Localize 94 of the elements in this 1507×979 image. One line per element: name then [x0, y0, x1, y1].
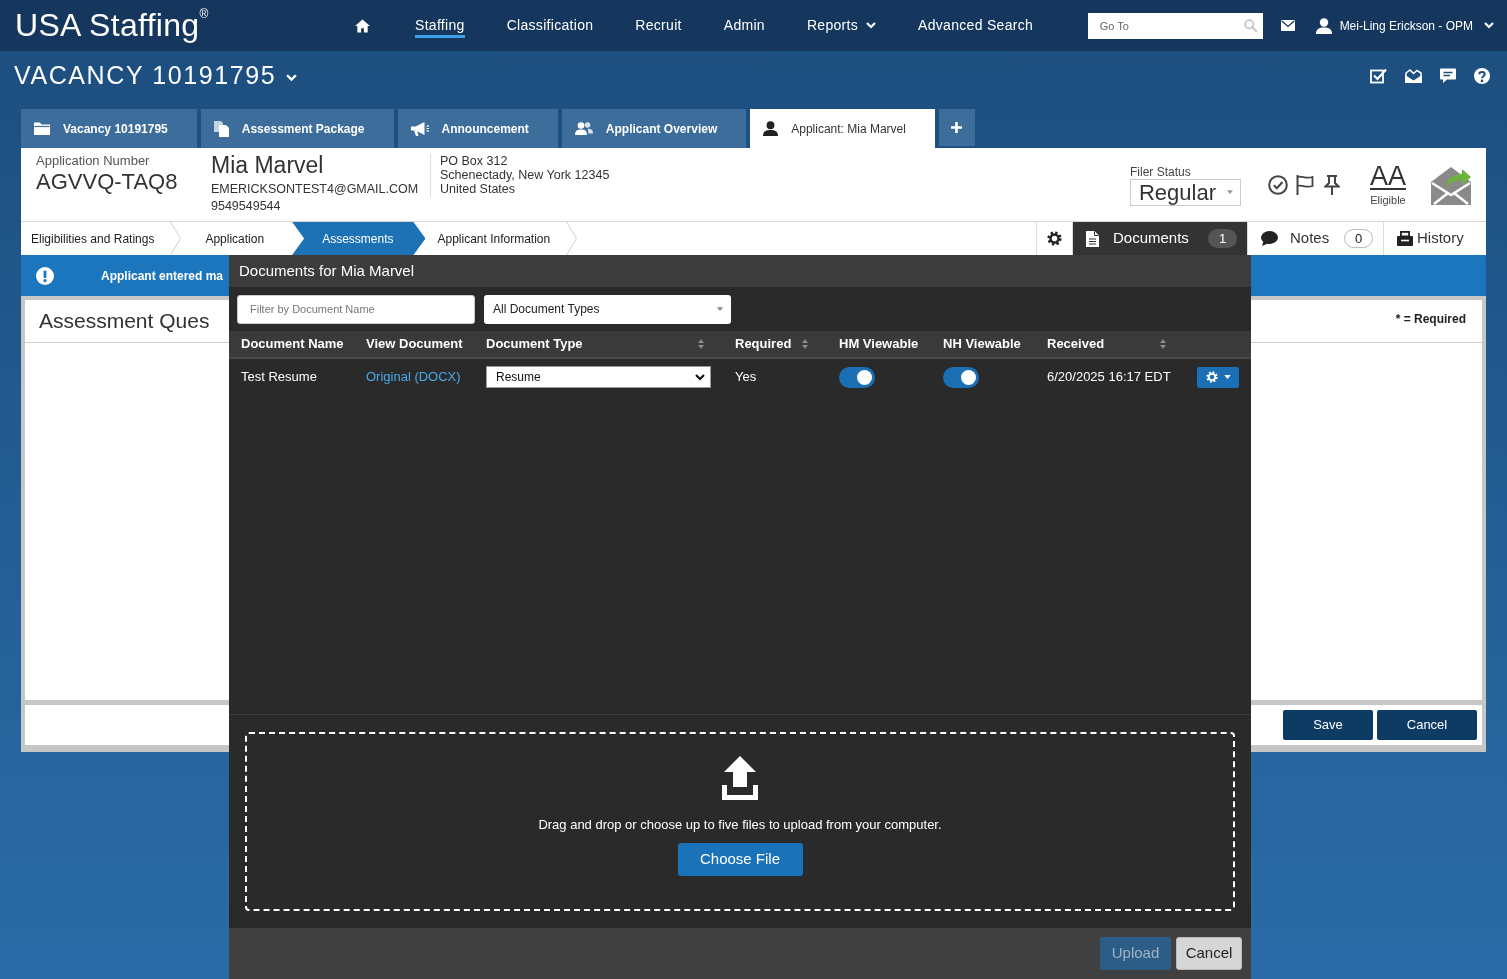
- user-icon: [1315, 17, 1332, 34]
- printer-icon: [1397, 231, 1413, 246]
- applicant-phone: 9549549544: [211, 198, 282, 215]
- panel-button[interactable]: Cancel: [1377, 710, 1477, 740]
- column-header[interactable]: Received: [1047, 334, 1197, 354]
- user-menu[interactable]: Mei-Ling Erickson - OPM: [1315, 16, 1494, 35]
- vacancy-title[interactable]: VACANCY 10191795: [0, 56, 298, 95]
- column-header[interactable]: Document Type: [486, 334, 735, 354]
- tab[interactable]: Vacancy 10191795: [21, 109, 197, 148]
- filer-status-label: Filer Status: [1129, 165, 1192, 179]
- table-cell-text: 6/20/2025 16:17 EDT: [1047, 368, 1171, 387]
- gear-icon: [1205, 371, 1218, 383]
- upload-icon: [722, 756, 758, 800]
- search-field[interactable]: Go To: [1087, 12, 1263, 39]
- actions-menu-button[interactable]: [1197, 366, 1239, 388]
- drop-zone[interactable]: Drag and drop or choose up to five files to upload from your computer. Choose File: [245, 732, 1235, 911]
- tab[interactable]: Assessment Package: [200, 109, 394, 148]
- add-tab-button[interactable]: [938, 109, 975, 146]
- table-cell-text: Test Resume: [241, 368, 318, 387]
- caret-icon: [695, 373, 705, 381]
- column-header: NH Viewable: [943, 335, 1022, 354]
- envelope-arrow-icon[interactable]: [1431, 164, 1471, 205]
- speech-bubble-icon: [1261, 231, 1278, 246]
- alert-text: Applicant entered ma: [101, 267, 224, 285]
- user-icon: [763, 121, 779, 136]
- address-line: Schenectady, New York 12345: [440, 168, 610, 182]
- application-number: AGVVQ-TAQ8: [36, 169, 179, 195]
- caret-icon: [1226, 190, 1233, 194]
- document-icon: [1086, 230, 1099, 247]
- column-header[interactable]: Required: [735, 334, 839, 354]
- choose-file-button[interactable]: Choose File: [677, 842, 803, 876]
- dialog-title: Documents for Mia Marvel: [239, 260, 415, 281]
- flag-icon[interactable]: [1295, 174, 1314, 195]
- nav-link[interactable]: Advanced Search: [918, 13, 1034, 38]
- document-type-dropdown[interactable]: All Document Types: [484, 294, 731, 324]
- count-badge: 0: [1344, 229, 1373, 248]
- checkbox-icon[interactable]: [1370, 67, 1387, 84]
- document-link[interactable]: Original (DOCX): [366, 367, 461, 387]
- nav-link[interactable]: Recruit: [635, 13, 682, 38]
- sort-icon: [698, 339, 704, 349]
- filer-status-dropdown[interactable]: Regular: [1129, 178, 1241, 206]
- users-icon: [574, 122, 593, 135]
- application-number-label: Application Number: [36, 154, 151, 168]
- copy-icon: [213, 120, 229, 137]
- nav-link[interactable]: Staffing: [415, 13, 465, 38]
- count-badge: 1: [1208, 229, 1237, 248]
- check-circle-icon[interactable]: [1267, 174, 1288, 195]
- envelope-icon[interactable]: [1405, 68, 1422, 83]
- drop-zone-text: Drag and drop or choose up to five files to upload from your computer.: [538, 816, 942, 834]
- step-tab[interactable]: Assessments: [292, 222, 426, 255]
- search-icon: [1243, 19, 1257, 32]
- required-note: * = Required: [1395, 311, 1466, 328]
- nav-link[interactable]: Admin: [723, 13, 765, 38]
- toggle-switch[interactable]: [943, 366, 979, 388]
- caret-icon: [717, 307, 723, 311]
- toggle-switch[interactable]: [839, 366, 875, 388]
- tab[interactable]: Applicant Overview: [561, 109, 747, 148]
- column-header: View Document: [366, 335, 464, 354]
- tab[interactable]: Announcement: [397, 109, 558, 148]
- document-type-select[interactable]: Resume: [486, 366, 711, 388]
- applicant-name: Mia Marvel: [211, 152, 325, 178]
- panel-title: Assessment Ques: [39, 308, 210, 334]
- applicant-email: EMERICKSONTEST4@GMAIL.COM: [211, 181, 420, 197]
- address-line: United States: [440, 182, 517, 196]
- sort-icon: [1160, 339, 1166, 349]
- filter-field[interactable]: Filter by Document Name: [237, 294, 475, 324]
- megaphone-icon: [410, 121, 429, 136]
- caret-icon: [1223, 375, 1231, 379]
- dialog-button[interactable]: Cancel: [1176, 937, 1242, 970]
- caret-icon: [286, 73, 298, 82]
- side-tab[interactable]: Documents 1: [1072, 222, 1247, 255]
- panel-button[interactable]: Save: [1283, 710, 1373, 740]
- mail-icon[interactable]: [1280, 20, 1295, 31]
- folder-icon: [34, 122, 50, 135]
- caret-icon: [1484, 22, 1494, 29]
- tab[interactable]: Applicant: Mia Marvel: [750, 109, 935, 148]
- table-cell-text: Yes: [735, 368, 757, 387]
- address-line: PO Box 312: [440, 154, 509, 168]
- sort-icon: [802, 339, 808, 349]
- logo[interactable]: USA Staffing$^{®}$: [15, 6, 209, 43]
- exclamation-icon: [36, 266, 54, 285]
- chat-icon[interactable]: [1440, 68, 1456, 83]
- nav-link[interactable]: Reports: [806, 13, 877, 38]
- caret-icon: [866, 21, 877, 29]
- column-header: Document Name: [241, 335, 345, 354]
- help-icon[interactable]: [1474, 67, 1490, 84]
- plus-icon: [951, 122, 963, 133]
- pin-icon[interactable]: [1323, 174, 1340, 195]
- column-header: HM Viewable: [839, 335, 920, 354]
- nav-link[interactable]: Classification: [506, 13, 594, 38]
- home-icon[interactable]: [355, 18, 370, 33]
- eligibility-label: Eligible: [1370, 193, 1406, 207]
- eligibility-code: AA: [1369, 162, 1406, 191]
- gear-icon: [1047, 231, 1062, 246]
